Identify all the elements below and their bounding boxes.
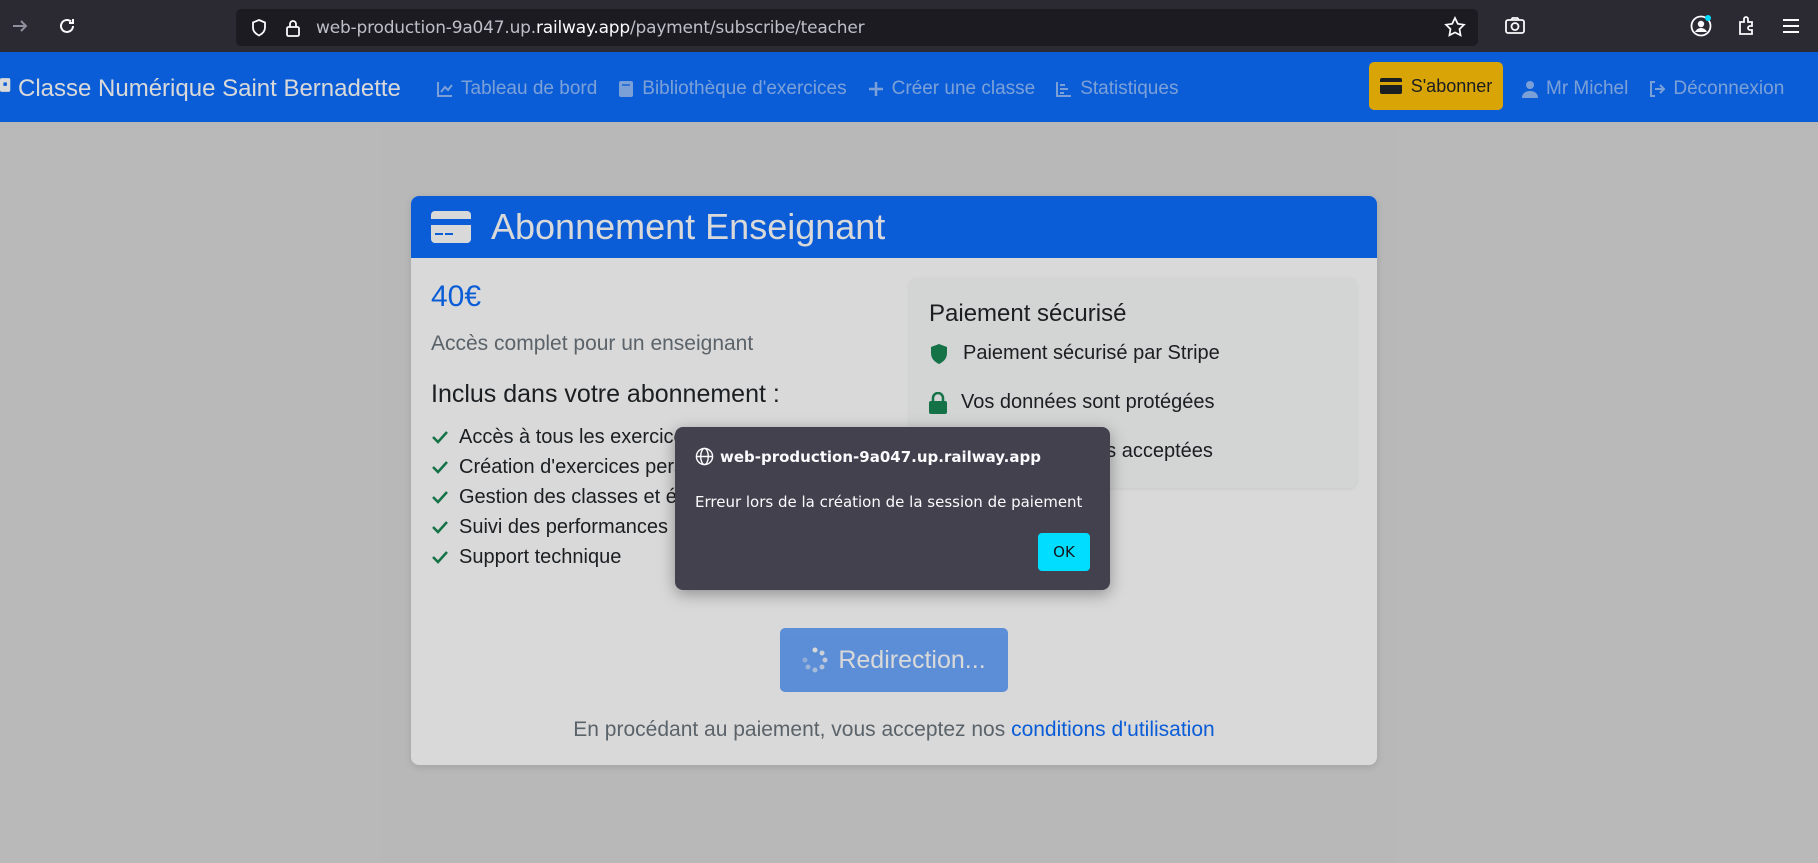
globe-icon — [695, 447, 714, 466]
account-icon[interactable] — [1689, 14, 1713, 43]
arrow-right-icon — [13, 20, 28, 32]
dialog-title: web-production-9a047.up.railway.app — [695, 447, 1041, 466]
menu-icon[interactable] — [1779, 14, 1803, 43]
ok-button[interactable]: OK — [1038, 533, 1090, 571]
reload-icon — [60, 18, 74, 33]
forward-button[interactable] — [0, 6, 40, 46]
dialog-message: Erreur lors de la création de la session… — [695, 493, 1083, 511]
reload-button[interactable] — [47, 6, 87, 46]
extensions-icon[interactable] — [1735, 14, 1759, 43]
browser-toolbar: web-production-9a047.up.railway.app/paym… — [0, 0, 1818, 52]
bookmark-star-icon[interactable] — [1444, 16, 1466, 43]
shield-icon — [248, 17, 270, 39]
screenshot-icon[interactable] — [1503, 14, 1527, 43]
url-text: web-production-9a047.up.railway.app/paym… — [316, 17, 865, 38]
lock-icon — [282, 17, 304, 39]
alert-dialog: web-production-9a047.up.railway.app Erre… — [675, 427, 1110, 590]
url-bar[interactable]: web-production-9a047.up.railway.app/paym… — [236, 9, 1478, 46]
